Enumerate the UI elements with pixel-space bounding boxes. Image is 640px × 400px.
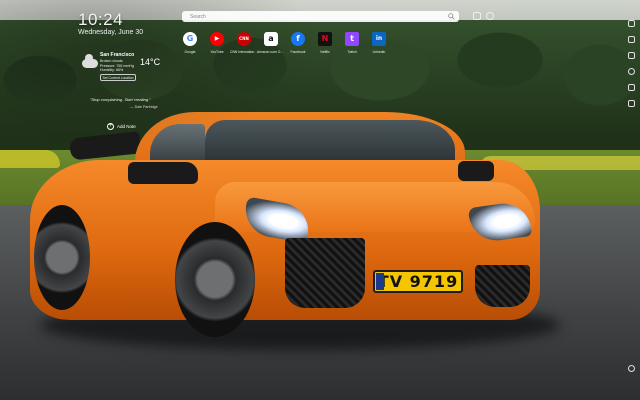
shortcut-label: Linkedin: [372, 50, 386, 54]
shortcut-amazon[interactable]: a Amazon.com Online ...: [257, 32, 285, 68]
shortcut-linkedin[interactable]: in Linkedin: [365, 32, 393, 68]
info-icon[interactable]: [628, 365, 635, 372]
shortcut-google[interactable]: G Google: [176, 32, 204, 68]
history-icon[interactable]: [628, 36, 635, 43]
right-toolbar: [627, 20, 637, 380]
bookmark-icon[interactable]: [628, 52, 635, 59]
shortcut-label: Twitch: [347, 50, 357, 54]
cnn-icon: CNN: [237, 32, 251, 46]
shortcut-label: CNN International - ...: [230, 50, 258, 54]
shortcut-facebook[interactable]: f Facebook: [284, 32, 312, 68]
weather-condition: Broken clouds: [100, 59, 123, 63]
car-grille-right: [475, 265, 530, 307]
todo-icon[interactable]: [628, 84, 635, 91]
car-mirror-right: [458, 161, 494, 181]
car-rear-wheel: [34, 205, 90, 310]
car-front-wheel: [175, 222, 255, 337]
shortcut-label: YouTube: [210, 50, 224, 54]
date: Wednesday, June 30: [78, 29, 144, 36]
car-grille-left: [285, 238, 365, 308]
weather-temperature: 14°C: [140, 57, 161, 67]
license-plate: TV 9719: [373, 270, 463, 293]
set-location-button[interactable]: Set Current Location: [100, 74, 136, 81]
weather-city: San Francisco: [100, 52, 135, 58]
twitch-icon: t: [345, 32, 359, 46]
amazon-icon: a: [264, 32, 278, 46]
shortcut-tiles: G Google ▶ YouTube CNN CNN International…: [176, 32, 396, 72]
quote-text: "Stop complaining. Start creating.": [90, 97, 151, 102]
shortcut-label: Amazon.com Online ...: [257, 50, 285, 54]
shortcut-label: Netflix: [320, 50, 330, 54]
settings-icon[interactable]: [486, 12, 494, 20]
weather-pressure: Pressure: 765 mmHg: [100, 63, 134, 68]
google-icon: G: [183, 32, 197, 46]
netflix-icon: N: [318, 32, 332, 46]
quote-author: — Dale Partridge: [130, 105, 158, 109]
notes-icon[interactable]: [628, 20, 635, 27]
clock: 10:24: [78, 10, 124, 29]
image-icon[interactable]: [628, 100, 635, 107]
weather-humidity: Humidity: 86%: [100, 68, 124, 72]
facebook-icon: f: [291, 32, 305, 46]
search-bar[interactable]: [182, 11, 459, 22]
search-icon[interactable]: [448, 13, 455, 20]
shortcut-netflix[interactable]: N Netflix: [311, 32, 339, 68]
cloud-icon: [82, 54, 98, 68]
shortcut-cnn[interactable]: CNN CNN International - ...: [230, 32, 258, 68]
shortcut-youtube[interactable]: ▶ YouTube: [203, 32, 231, 68]
gear-icon[interactable]: [628, 68, 635, 75]
apps-icon[interactable]: [473, 12, 481, 20]
shortcut-label: Google: [184, 50, 196, 54]
plus-circle-icon: +: [107, 123, 114, 130]
license-plate-eu-band: [376, 273, 384, 290]
add-note-label: Add Note: [117, 124, 136, 129]
search-input[interactable]: [190, 11, 430, 22]
shortcut-twitch[interactable]: t Twitch: [338, 32, 366, 68]
linkedin-icon: in: [372, 32, 386, 46]
car-mirror-left: [128, 162, 198, 184]
shortcut-label: Facebook: [290, 50, 306, 54]
youtube-icon: ▶: [210, 32, 224, 46]
